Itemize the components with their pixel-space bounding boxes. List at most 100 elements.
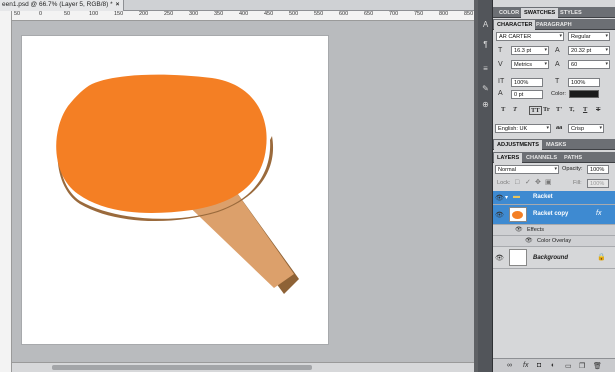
layer-comp-icon[interactable]: ≡ (481, 64, 490, 73)
mask-icon[interactable]: ◘ (537, 362, 541, 369)
baseline-shift-field[interactable]: 0 pt (511, 90, 543, 99)
horizontal-scale-field[interactable]: 100% (568, 78, 600, 87)
racket-blade (56, 74, 267, 213)
tab-layers[interactable]: LAYERS (494, 153, 523, 163)
baseline-shift-icon: A (498, 90, 503, 97)
brush-icon[interactable]: ✎ (481, 84, 490, 93)
visibility-eye-icon[interactable]: 👁 (515, 226, 523, 233)
underline-button[interactable]: T (583, 106, 587, 113)
antialias-icon: aa (556, 125, 563, 131)
layer-name[interactable]: Racket (533, 194, 553, 200)
layer-name[interactable]: Background (533, 255, 568, 261)
lock-icon: 🔒 (597, 254, 606, 261)
leading-field[interactable]: 20.32 pt ▾ (568, 46, 610, 55)
strikethrough-button[interactable]: T (596, 106, 600, 113)
racket-artwork[interactable] (22, 36, 328, 344)
faux-bold-button[interactable]: T (501, 106, 505, 113)
lock-image-icon[interactable]: ✓ (525, 179, 531, 187)
ruler-number: 850 (464, 11, 474, 17)
tab-character[interactable]: CHARACTER (494, 20, 536, 30)
character-panel: AR CARTER ▾ Regular ▾ T 16.3 pt ▾ A 20.32 p… (493, 30, 615, 136)
tab-color[interactable]: COLOR (496, 8, 522, 18)
right-panel-dock: COLOR SWATCHES STYLES CHARACTER PARAGRAP… (493, 0, 615, 372)
leading-icon: A (555, 47, 560, 54)
tab-masks[interactable]: MASKS (543, 140, 569, 150)
ruler-number: 650 (364, 11, 374, 17)
tab-adjustments[interactable]: ADJUSTMENTS (494, 140, 542, 150)
all-caps-button[interactable]: TT (529, 106, 542, 115)
visibility-eye-icon[interactable]: 👁 (495, 211, 504, 219)
ruler-number: 400 (239, 11, 249, 17)
color-label: Color: (551, 91, 566, 97)
character-panel-icon[interactable]: A (481, 20, 490, 29)
tab-paths[interactable]: PATHS (561, 153, 585, 163)
expand-arrow-icon[interactable]: ▾ (505, 194, 508, 202)
faux-italic-button[interactable]: T (513, 106, 517, 113)
collapsed-panel-strip: A ¶ ≡ ✎ ⊕ (478, 0, 493, 372)
tab-channels[interactable]: CHANNELS (523, 153, 560, 163)
kerning-select[interactable]: Metrics ▾ (511, 60, 549, 69)
color-tab-row: COLOR SWATCHES STYLES (493, 7, 615, 18)
canvas-area[interactable] (12, 21, 474, 362)
trash-icon[interactable]: 🗑 (593, 362, 602, 370)
adjustment-icon[interactable]: ◐ (551, 362, 555, 369)
ruler-number: 750 (414, 11, 424, 17)
clone-source-icon[interactable]: ⊕ (481, 100, 490, 109)
ruler-number: 550 (314, 11, 324, 17)
opacity-field[interactable]: 100% (587, 165, 609, 174)
visibility-eye-icon[interactable]: 👁 (495, 194, 504, 202)
kerning-icon: V (498, 61, 503, 68)
new-layer-icon[interactable]: ❐ (579, 362, 585, 370)
vertical-scale-field[interactable]: 100% (511, 78, 543, 87)
ruler-number: 150 (114, 11, 124, 17)
tab-swatches[interactable]: SWATCHES (521, 8, 559, 18)
artboard[interactable] (22, 36, 328, 344)
fx-icon[interactable]: fx (523, 362, 528, 369)
antialias-select[interactable]: Crisp ▾ (568, 124, 604, 133)
visibility-eye-icon[interactable]: 👁 (495, 254, 504, 262)
ruler-number: 350 (214, 11, 224, 17)
layer-effects-row[interactable]: 👁 Effects (493, 225, 615, 236)
close-icon[interactable]: × (116, 1, 120, 8)
fx-icon[interactable]: fx (596, 210, 601, 218)
language-select[interactable]: English: UK ▾ (495, 124, 551, 133)
layer-name[interactable]: Racket copy (533, 211, 568, 217)
small-caps-button[interactable]: Tr (543, 106, 550, 113)
tracking-field[interactable]: 60 ▾ (568, 60, 610, 69)
lock-transparent-icon[interactable]: □ (515, 179, 519, 187)
subscript-button[interactable]: T, (569, 106, 574, 113)
lock-all-icon[interactable]: ▣ (545, 179, 552, 187)
document-tab[interactable]: een1.psd @ 66.7% (Layer 5, RGB/8) * × (0, 0, 125, 11)
ruler-number: 100 (89, 11, 99, 17)
blend-mode-select[interactable]: Normal ▾ (495, 165, 559, 174)
ruler-number: 50 (14, 11, 21, 17)
font-family-select[interactable]: AR CARTER ▾ (496, 32, 564, 41)
horizontal-ruler[interactable]: 50 0 50 100 150 200 250 300 350 400 450 500 550 600 65… (12, 11, 474, 21)
adjustments-tab-row: ADJUSTMENTS MASKS (493, 139, 615, 150)
folder-icon[interactable]: ▭ (565, 362, 572, 370)
layer-thumbnail (509, 249, 527, 266)
fill-field[interactable]: 100% (587, 179, 609, 188)
layer-effect-color-overlay-row[interactable]: 👁 Color Overlay (493, 236, 615, 247)
ruler-number: 300 (189, 11, 199, 17)
ruler-number: 50 (64, 11, 71, 17)
link-icon[interactable]: ∞ (507, 362, 512, 369)
ruler-number: 450 (264, 11, 274, 17)
scrollbar-thumb[interactable] (52, 365, 312, 370)
font-size-field[interactable]: 16.3 pt ▾ (511, 46, 549, 55)
lock-position-icon[interactable]: ✥ (535, 179, 541, 187)
layers-tab-row: LAYERS CHANNELS PATHS (493, 152, 615, 163)
visibility-eye-icon[interactable]: 👁 (525, 237, 533, 244)
layer-row-background[interactable]: 👁 Background 🔒 (493, 247, 615, 269)
layer-row-racket-group[interactable]: 👁 ▾ ▬ Racket (493, 191, 615, 205)
superscript-button[interactable]: T' (556, 106, 562, 113)
paragraph-panel-icon[interactable]: ¶ (481, 40, 490, 49)
horizontal-scrollbar[interactable] (12, 362, 474, 372)
layer-row-racket-copy[interactable]: 👁 Racket copy fx (493, 205, 615, 225)
tab-paragraph[interactable]: PARAGRAPH (533, 20, 575, 30)
vertical-ruler[interactable] (0, 11, 12, 372)
text-color-swatch[interactable] (569, 90, 599, 98)
horizontal-scale-icon: T (555, 78, 560, 85)
tab-styles[interactable]: STYLES (557, 8, 585, 18)
font-style-select[interactable]: Regular ▾ (568, 32, 610, 41)
